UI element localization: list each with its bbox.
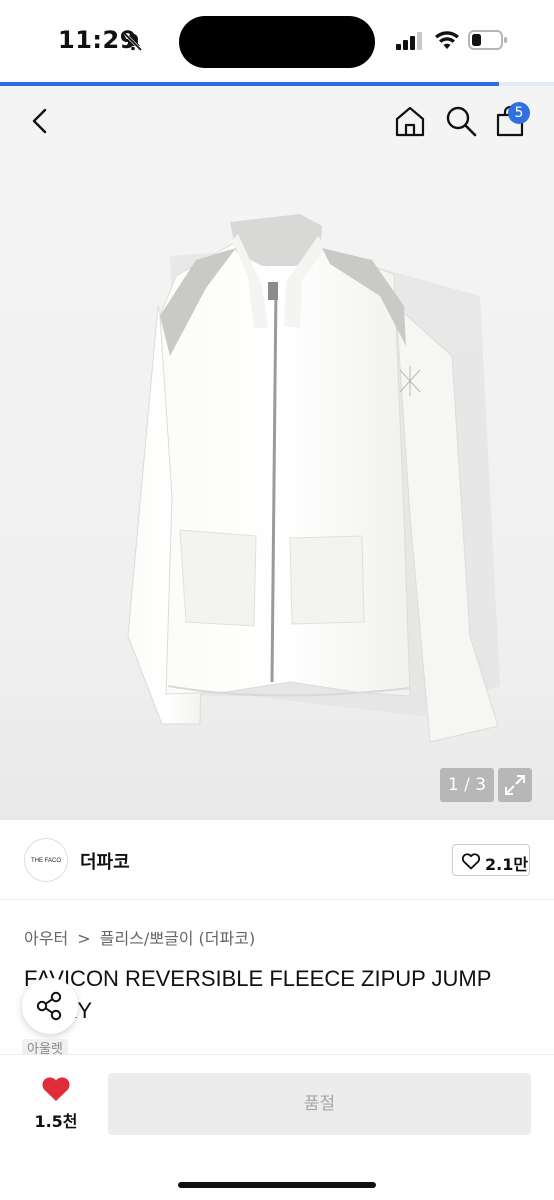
wish-count: 1.5천 (34, 1112, 78, 1131)
brand-name[interactable]: 더파코 (80, 848, 130, 874)
brand-like-button[interactable]: 2.1만 (452, 844, 530, 876)
status-bar: 11:29 (0, 0, 554, 82)
top-navigation (0, 86, 554, 156)
dynamic-island (179, 16, 375, 68)
signal-icon (396, 32, 422, 50)
image-counter: 1 / 3 (440, 768, 494, 802)
sold-out-button[interactable]: 품절 (108, 1073, 531, 1135)
cart-count-badge[interactable]: 5 (508, 102, 530, 124)
back-icon[interactable] (26, 106, 54, 136)
home-indicator (178, 1182, 376, 1188)
share-button[interactable] (22, 978, 78, 1034)
brand-logo[interactable]: THE FACO (24, 838, 68, 882)
expand-icon[interactable] (498, 768, 532, 802)
battery-icon (468, 30, 507, 50)
jacket-illustration (127, 214, 500, 743)
heart-outline-icon (461, 853, 481, 870)
brand-row[interactable]: THE FACO 더파코 2.1만 (0, 820, 554, 900)
breadcrumb-separator: > (77, 929, 91, 948)
product-image[interactable] (0, 156, 554, 820)
breadcrumb-category[interactable]: 아우터 (24, 929, 68, 948)
bell-muted-icon (123, 32, 143, 52)
wifi-icon (435, 31, 459, 49)
product-title: FAVICON REVERSIBLE FLEECE ZIPUP JUMP IVO… (24, 966, 492, 1023)
heart-filled-icon[interactable] (40, 1075, 72, 1103)
breadcrumb: 아우터 > 플리스/뽀글이 (더파코) (24, 925, 259, 949)
share-icon (36, 991, 62, 1021)
brand-like-count: 2.1만 (485, 855, 529, 874)
home-icon[interactable] (393, 104, 427, 138)
breadcrumb-subcategory[interactable]: 플리스/뽀글이 (더파코) (100, 929, 255, 948)
search-icon[interactable] (444, 104, 478, 138)
